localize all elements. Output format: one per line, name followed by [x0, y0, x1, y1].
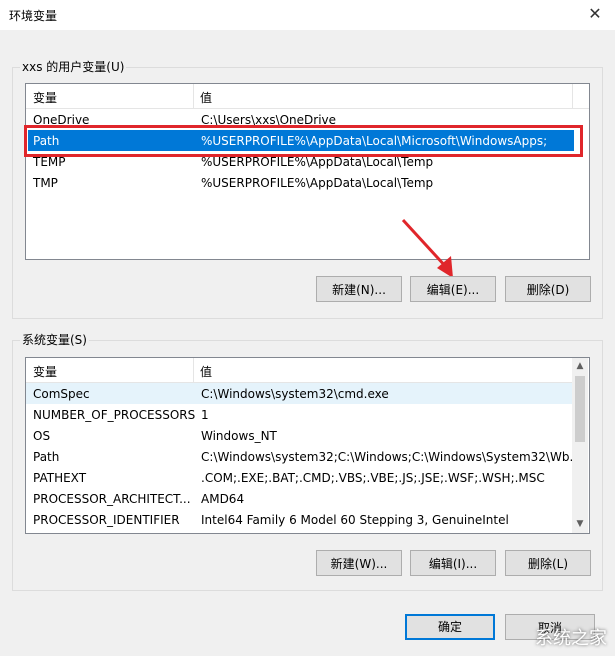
- variable-name: OS: [33, 429, 51, 443]
- user-new-button[interactable]: 新建(N)...: [316, 276, 402, 302]
- list-header: 变量 值: [26, 358, 573, 383]
- variable-value: Windows_NT: [201, 429, 277, 443]
- variable-value: Intel64 Family 6 Model 60 Stepping 3, Ge…: [201, 513, 509, 527]
- list-header: 变量 值: [26, 84, 589, 109]
- user-vars-label: xxs 的用户变量(U): [20, 58, 127, 75]
- column-header-value[interactable]: 值: [200, 89, 212, 106]
- variable-value: C:\Windows\system32;C:\Windows;C:\Window…: [201, 450, 581, 464]
- watermark: 系统之家: [535, 628, 607, 649]
- list-item[interactable]: TMP %USERPROFILE%\AppData\Local\Temp: [26, 172, 589, 193]
- user-delete-button[interactable]: 删除(D): [505, 276, 591, 302]
- window-title: 环境变量: [9, 9, 58, 23]
- red-arrow-icon: [401, 218, 453, 278]
- user-vars-list[interactable]: 变量 值 OneDrive C:\Users\xxs\OneDrive Path…: [25, 83, 590, 260]
- variable-name: PROCESSOR_IDENTIFIER: [33, 513, 180, 527]
- system-new-button[interactable]: 新建(W)...: [316, 550, 402, 576]
- variable-name: ComSpec: [33, 387, 90, 401]
- scroll-up-icon[interactable]: ▲: [572, 358, 588, 374]
- title-bar: 环境变量 ✕: [0, 0, 615, 30]
- variable-name: TMP: [33, 176, 58, 190]
- system-vars-list[interactable]: 变量 值 ComSpec C:\Windows\system32\cmd.exe…: [25, 357, 590, 534]
- variable-value: AMD64: [201, 492, 245, 506]
- ok-button[interactable]: 确定: [405, 614, 495, 640]
- scroll-thumb[interactable]: [575, 376, 585, 442]
- column-divider[interactable]: [193, 84, 194, 108]
- close-icon[interactable]: ✕: [585, 4, 605, 24]
- scroll-down-icon[interactable]: ▼: [572, 516, 588, 532]
- list-item[interactable]: Path C:\Windows\system32;C:\Windows;C:\W…: [26, 446, 581, 467]
- variable-name: Path: [33, 450, 60, 464]
- variable-value: .COM;.EXE;.BAT;.CMD;.VBS;.VBE;.JS;.JSE;.…: [201, 471, 545, 485]
- system-vars-label: 系统变量(S): [20, 331, 89, 348]
- column-divider[interactable]: [572, 84, 573, 108]
- variable-value: %USERPROFILE%\AppData\Local\Temp: [201, 176, 434, 190]
- list-item[interactable]: ComSpec C:\Windows\system32\cmd.exe: [26, 383, 573, 404]
- system-edit-button[interactable]: 编辑(I)...: [410, 550, 496, 576]
- variable-value: %USERPROFILE%\AppData\Local\Temp: [201, 155, 434, 169]
- user-edit-button[interactable]: 编辑(E)...: [410, 276, 496, 302]
- list-item[interactable]: NUMBER_OF_PROCESSORS 1: [26, 404, 573, 425]
- variable-name: PATHEXT: [33, 471, 87, 485]
- list-item[interactable]: PATHEXT .COM;.EXE;.BAT;.CMD;.VBS;.VBE;.J…: [26, 467, 573, 488]
- column-divider[interactable]: [193, 358, 194, 382]
- variable-name: PROCESSOR_ARCHITECT...: [33, 492, 191, 506]
- variable-value: C:\Windows\system32\cmd.exe: [201, 387, 389, 401]
- variable-name: TEMP: [33, 155, 66, 169]
- list-item[interactable]: OS Windows_NT: [26, 425, 573, 446]
- column-header-value[interactable]: 值: [200, 363, 212, 380]
- column-header-variable[interactable]: 变量: [33, 89, 57, 106]
- variable-value: 1: [201, 408, 209, 422]
- highlight-box: [24, 125, 583, 157]
- system-delete-button[interactable]: 删除(L): [505, 550, 591, 576]
- variable-name: NUMBER_OF_PROCESSORS: [33, 408, 196, 422]
- list-item[interactable]: PROCESSOR_IDENTIFIER Intel64 Family 6 Mo…: [26, 509, 573, 530]
- list-item[interactable]: PROCESSOR_ARCHITECT... AMD64: [26, 488, 573, 509]
- column-header-variable[interactable]: 变量: [33, 363, 57, 380]
- vertical-scrollbar[interactable]: ▲ ▼: [572, 358, 588, 533]
